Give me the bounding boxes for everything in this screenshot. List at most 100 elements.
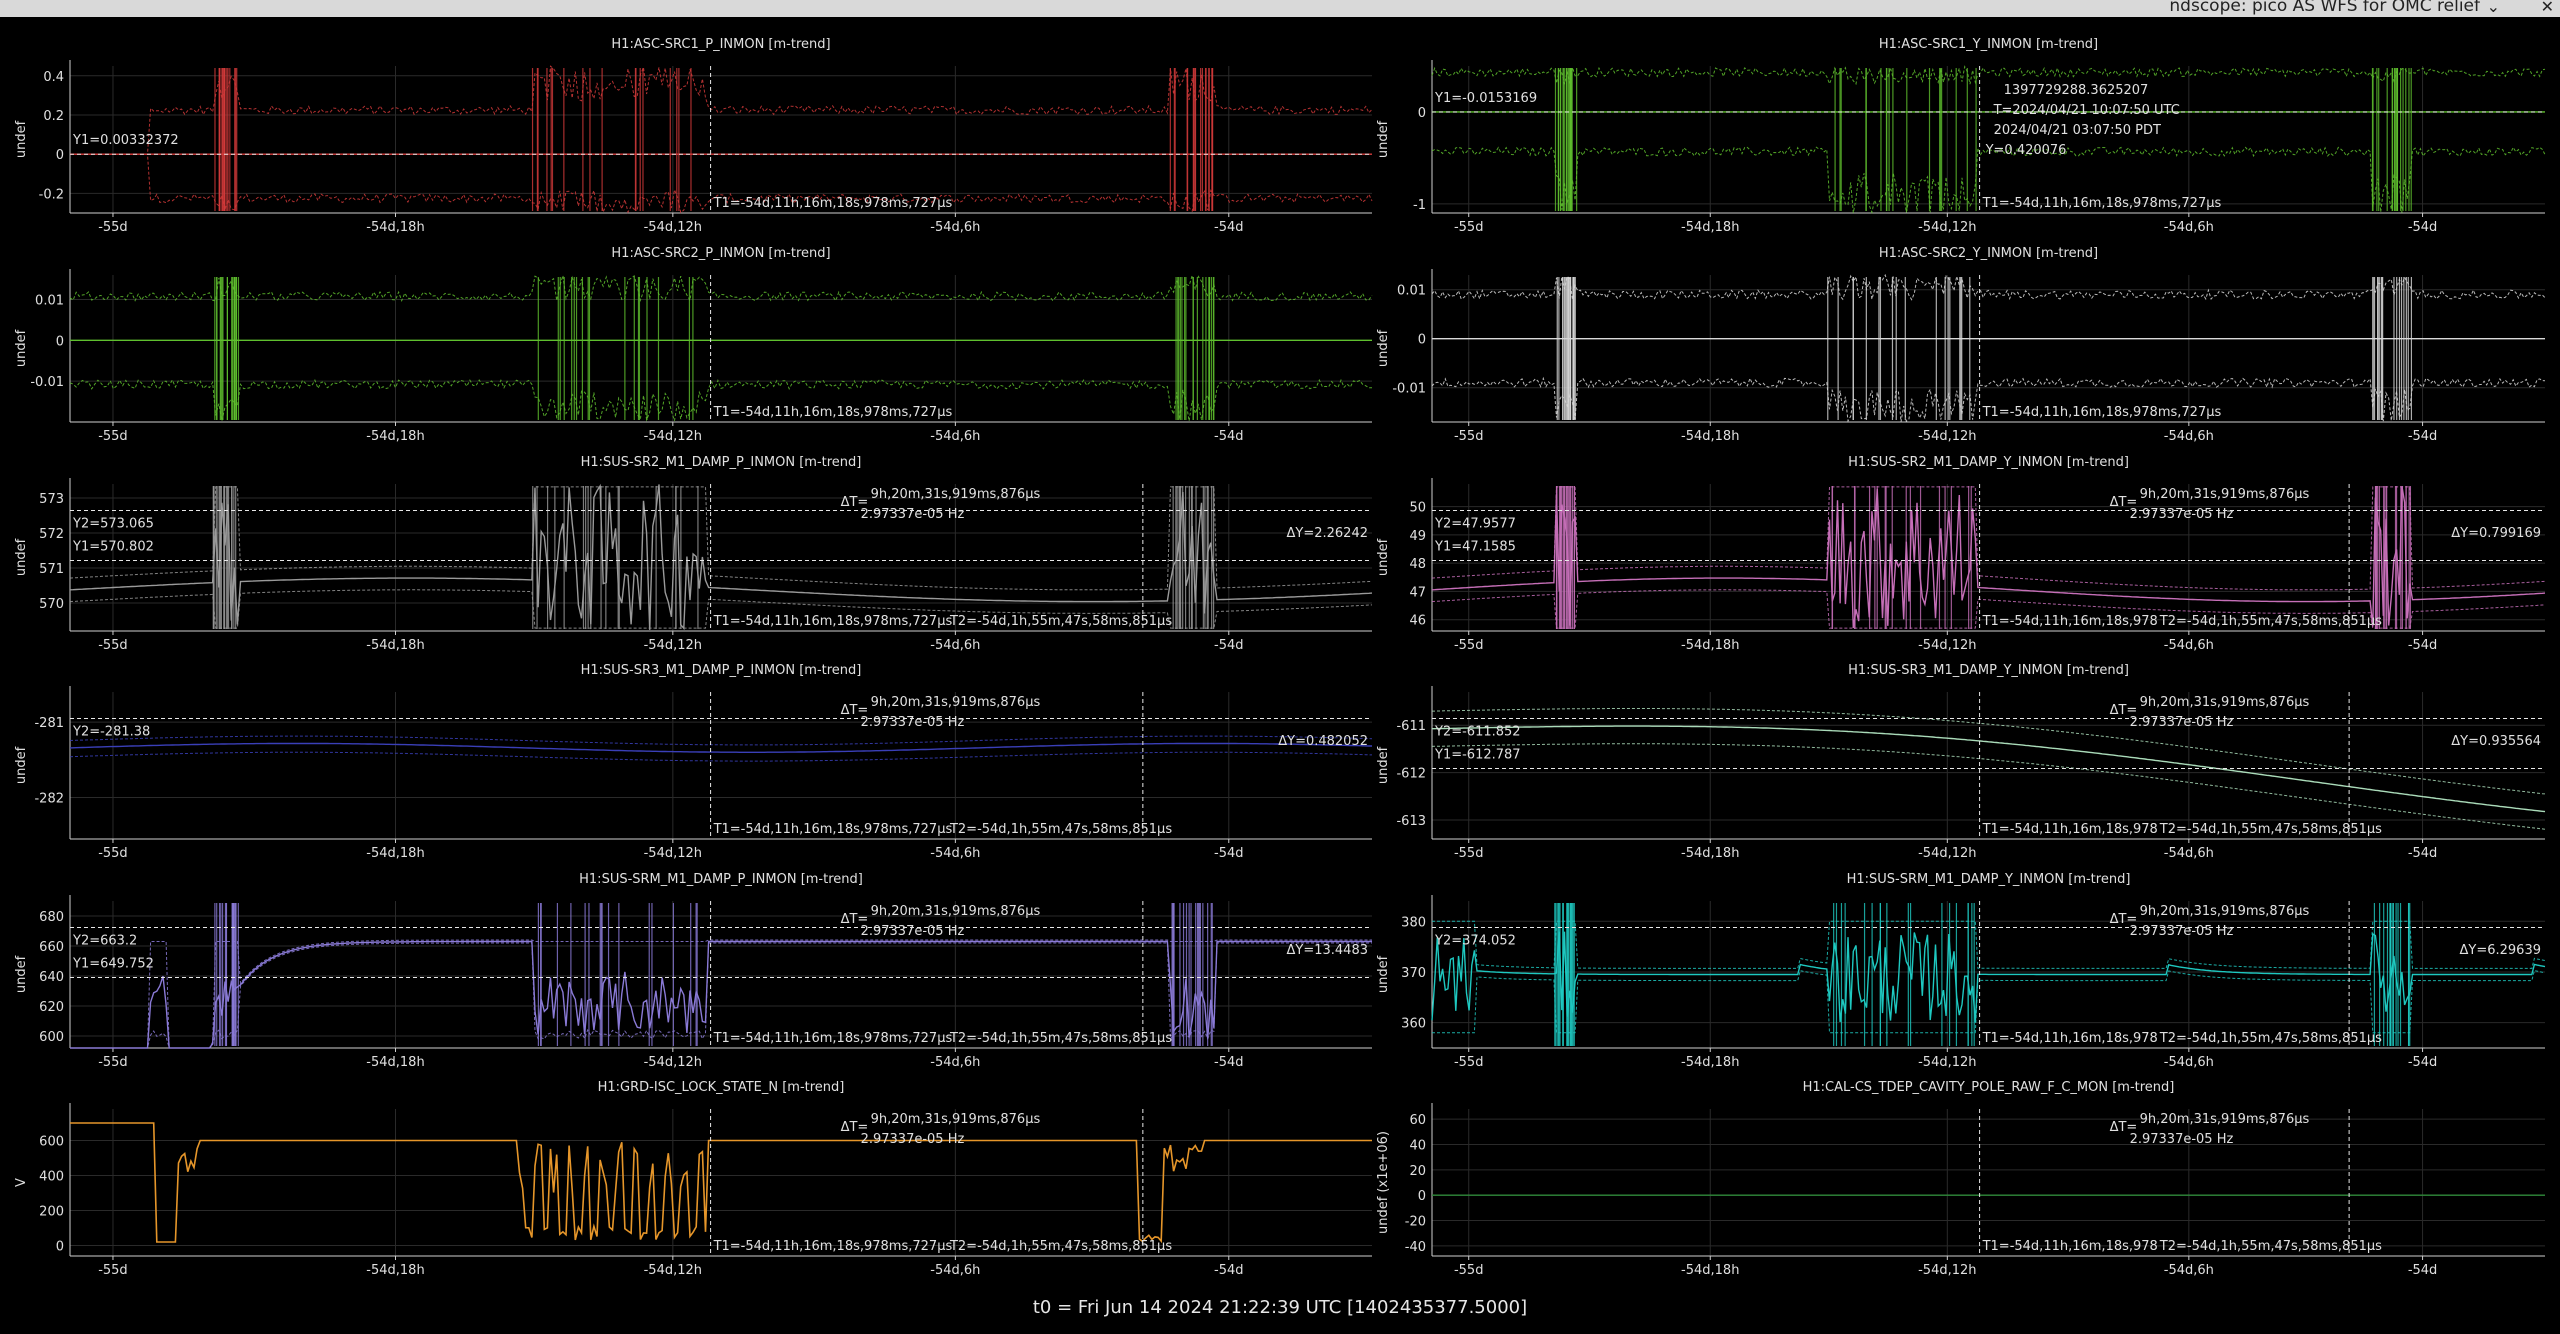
trace-line bbox=[1431, 931, 2546, 1023]
y-tick-label: -0.2 bbox=[39, 187, 64, 202]
x-tick-label: -54d bbox=[2408, 846, 2438, 861]
y-tick-label: 571 bbox=[39, 562, 64, 577]
x-tick-label: -55d bbox=[98, 846, 128, 861]
cursor-t2-label: T2=-54d,1h,55m,47s,58ms,851μs bbox=[949, 822, 1172, 837]
y-tick-label: 380 bbox=[1401, 915, 1426, 930]
window-title: ndscope: pico AS WFS for OMC relief bbox=[2169, 0, 2480, 16]
plot-p5[interactable]: H1:SUS-SR2_M1_DAMP_P_INMON [m-trend] 573 5… bbox=[14, 455, 1373, 653]
y-tick-label: 20 bbox=[1409, 1164, 1426, 1179]
y-axis-label: undef bbox=[14, 538, 29, 576]
plot-title: H1:SUS-SRM_M1_DAMP_Y_INMON [m-trend] bbox=[1847, 872, 2131, 887]
cursor-y1-label: Y1=0.00332372 bbox=[72, 133, 179, 148]
cursor-y1-label: Y1=-0.0153169 bbox=[1434, 91, 1537, 106]
y-tick-label: 46 bbox=[1409, 614, 1426, 629]
x-tick-label: -54d,12h bbox=[644, 429, 702, 444]
plot-p12[interactable]: H1:CAL-CS_TDEP_CAVITY_POLE_RAW_F_C_MON [… bbox=[1376, 1080, 2545, 1278]
x-tick-label: -54d,18h bbox=[1681, 429, 1739, 444]
delta-freq: 2.97337e-05 Hz bbox=[2130, 507, 2234, 522]
y-tick-label: 370 bbox=[1401, 966, 1426, 981]
hover-tooltip-line: T=2024/04/21 10:07:50 UTC bbox=[1993, 103, 2180, 118]
plot-grid[interactable]: H1:ASC-SRC1_P_INMON [m-trend] 0.4 0.2 0 -0.2… bbox=[0, 17, 2560, 1297]
plot-p3[interactable]: H1:ASC-SRC2_P_INMON [m-trend] 0.01 0 -0.01 -… bbox=[14, 246, 1373, 444]
x-tick-label: -54d,6h bbox=[930, 220, 980, 235]
chevron-down-icon[interactable]: ⌄ bbox=[2487, 0, 2500, 16]
x-tick-label: -54d bbox=[1214, 1055, 1244, 1070]
plot-p1[interactable]: H1:ASC-SRC1_P_INMON [m-trend] 0.4 0.2 0 -0.2… bbox=[14, 37, 1373, 235]
cursor-t2-label: T2=-54d,1h,55m,47s,58ms,851μs bbox=[949, 614, 1172, 629]
delta-freq: 2.97337e-05 Hz bbox=[861, 715, 965, 730]
x-tick-label: -54d,12h bbox=[1918, 1263, 1976, 1278]
y-axis-label: undef bbox=[14, 746, 29, 784]
y-tick-label: 600 bbox=[39, 1030, 64, 1045]
plot-p11[interactable]: H1:GRD-ISC_LOCK_STATE_N [m-trend] 600 400 2… bbox=[14, 1080, 1372, 1278]
y-axis-label: undef bbox=[1376, 120, 1391, 158]
x-tick-label: -54d bbox=[2408, 220, 2438, 235]
plot-p4[interactable]: H1:ASC-SRC2_Y_INMON [m-trend] 0.01 0 -0.01 -… bbox=[1376, 246, 2546, 444]
plot-title: H1:SUS-SR3_M1_DAMP_Y_INMON [m-trend] bbox=[1848, 663, 2129, 678]
cursor-y2-label: Y2=-611.852 bbox=[1434, 724, 1521, 739]
x-tick-label: -55d bbox=[98, 1263, 128, 1278]
delta-t-value: 9h,20m,31s,919ms,876μs bbox=[871, 487, 1041, 502]
delta-freq: 2.97337e-05 Hz bbox=[2130, 715, 2234, 730]
delta-t-value: 9h,20m,31s,919ms,876μs bbox=[871, 695, 1041, 710]
trace-line bbox=[1431, 743, 2546, 830]
x-tick-label: -55d bbox=[1454, 429, 1484, 444]
y-tick-label: 0 bbox=[1418, 333, 1426, 348]
delta-t-value: 9h,20m,31s,919ms,876μs bbox=[2140, 1112, 2310, 1127]
x-tick-label: -54d,6h bbox=[2164, 1263, 2214, 1278]
trace-line bbox=[70, 65, 1373, 155]
cursor-y1-label: Y1=47.1585 bbox=[1434, 539, 1516, 554]
plot-title: H1:SUS-SRM_M1_DAMP_P_INMON [m-trend] bbox=[579, 872, 863, 887]
cursor-t1-label: T1=-54d,11h,16m,18s,978ms,727μs bbox=[713, 1239, 953, 1254]
plot-title: H1:ASC-SRC2_P_INMON [m-trend] bbox=[611, 246, 830, 261]
y-tick-label: 0 bbox=[56, 148, 64, 163]
x-tick-label: -55d bbox=[98, 220, 128, 235]
plot-title: H1:GRD-ISC_LOCK_STATE_N [m-trend] bbox=[598, 1080, 845, 1095]
hover-tooltip-line: Y=0.420076 bbox=[1985, 143, 2067, 158]
y-tick-label: 640 bbox=[39, 970, 64, 985]
y-tick-label: -613 bbox=[1396, 814, 1426, 829]
y-tick-label: 60 bbox=[1409, 1113, 1426, 1128]
x-tick-label: -54d,6h bbox=[930, 846, 980, 861]
close-icon[interactable]: ✕ bbox=[2541, 0, 2554, 16]
delta-freq: 2.97337e-05 Hz bbox=[2130, 1132, 2234, 1147]
plot-p9[interactable]: H1:SUS-SRM_M1_DAMP_P_INMON [m-trend] 680 6… bbox=[14, 872, 1372, 1070]
y-axis-label: undef (x1e+06) bbox=[1376, 1131, 1391, 1234]
x-tick-label: -54d bbox=[1214, 220, 1244, 235]
y-tick-label: 0 bbox=[1418, 1189, 1426, 1204]
delta-y-label: ΔY=0.935564 bbox=[2451, 734, 2541, 749]
delta-t-value: 9h,20m,31s,919ms,876μs bbox=[2140, 695, 2310, 710]
plot-title: H1:SUS-SR2_M1_DAMP_Y_INMON [m-trend] bbox=[1848, 455, 2129, 470]
x-tick-label: -54d,18h bbox=[366, 1263, 424, 1278]
y-tick-label: 0 bbox=[56, 1240, 64, 1255]
plot-p8[interactable]: H1:SUS-SR3_M1_DAMP_Y_INMON [m-trend] -611… bbox=[1376, 663, 2546, 861]
y-tick-label: -0.01 bbox=[1392, 382, 1426, 397]
x-tick-label: -54d,6h bbox=[2164, 638, 2214, 653]
x-tick-label: -55d bbox=[1454, 1263, 1484, 1278]
cursor-t1-label: T1=-54d,11h,16m,18s,978 bbox=[1982, 822, 2158, 837]
y-tick-label: 600 bbox=[39, 1135, 64, 1150]
delta-freq: 2.97337e-05 Hz bbox=[861, 924, 965, 939]
y-tick-label: 0 bbox=[56, 334, 64, 349]
y-tick-label: 0.4 bbox=[43, 70, 64, 85]
plot-p7[interactable]: H1:SUS-SR3_M1_DAMP_P_INMON [m-trend] -281… bbox=[14, 663, 1373, 861]
cursor-t1-label: T1=-54d,11h,16m,18s,978 bbox=[1982, 614, 2158, 629]
x-tick-label: -55d bbox=[1454, 220, 1484, 235]
cursor-y2-label: Y2=663.2 bbox=[72, 933, 137, 948]
x-tick-label: -55d bbox=[98, 429, 128, 444]
cursor-t1-label: T1=-54d,11h,16m,18s,978ms,727μs bbox=[1982, 405, 2222, 420]
x-tick-label: -54d,12h bbox=[1918, 846, 1976, 861]
cursor-t2-label: T2=-54d,1h,55m,47s,58ms,851μs bbox=[949, 1239, 1172, 1254]
y-tick-label: -612 bbox=[1396, 767, 1426, 782]
x-tick-label: -54d,18h bbox=[366, 220, 424, 235]
plot-p6[interactable]: H1:SUS-SR2_M1_DAMP_Y_INMON [m-trend] 50 49… bbox=[1376, 455, 2546, 653]
y-tick-label: 0.2 bbox=[43, 109, 64, 124]
plot-p10[interactable]: H1:SUS-SRM_M1_DAMP_Y_INMON [m-trend] 380 3… bbox=[1376, 872, 2546, 1070]
x-tick-label: -54d,12h bbox=[1918, 638, 1976, 653]
trace-line bbox=[69, 273, 1373, 303]
cursor-t1-label: T1=-54d,11h,16m,18s,978ms,727μs bbox=[1982, 196, 2222, 211]
trace-line bbox=[1432, 708, 2546, 795]
x-tick-label: -54d,6h bbox=[2164, 846, 2214, 861]
plot-p2[interactable]: H1:ASC-SRC1_Y_INMON [m-trend] 0 -1 -55d -54d… bbox=[1376, 37, 2546, 235]
plot-title: H1:SUS-SR2_M1_DAMP_P_INMON [m-trend] bbox=[581, 455, 862, 470]
